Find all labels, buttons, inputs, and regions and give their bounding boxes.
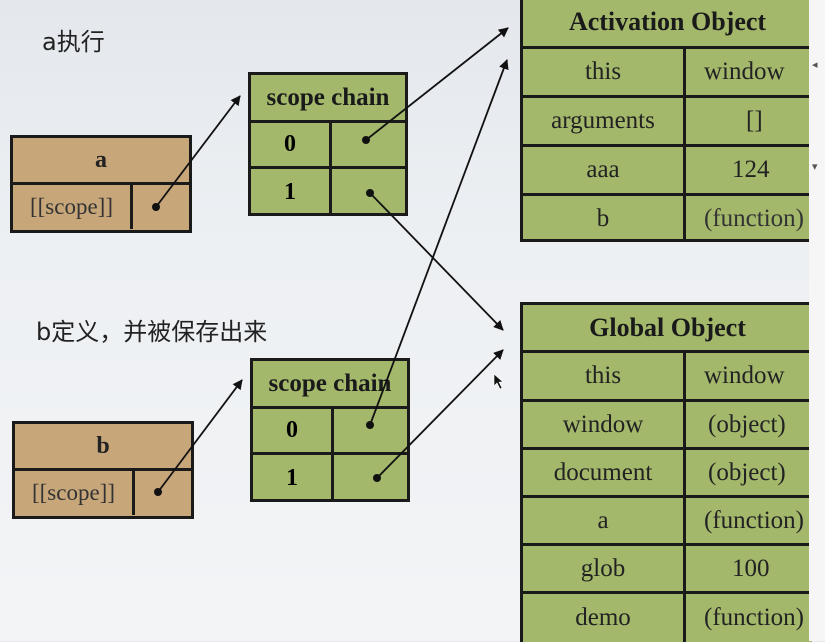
activation-object-row: aaa 124 [523,147,812,196]
global-object: Global Object this window window (object… [520,302,812,642]
scope-chain-b-row-0: 0 [253,409,407,455]
activation-object-key: this [523,49,686,95]
right-edge-strip: ◂ ▾ [809,0,825,641]
global-object-key: a [523,498,686,543]
function-a-scope-slot [133,185,189,229]
global-object-row: document (object) [523,450,812,498]
global-object-value: (function) [704,604,804,631]
global-object-key: glob [523,546,686,591]
chevron-down-icon: ▾ [812,160,818,173]
activation-object-value: [] [746,107,763,134]
scope-chain-a-row-1: 1 [251,169,405,215]
function-b-name: b [15,424,191,471]
caption-a-executes: a执行 [42,28,105,56]
scope-chain-a: scope chain 0 1 [248,72,408,216]
function-a-scope-row: [[scope]] [13,185,189,229]
global-object-row: window (object) [523,402,812,450]
activation-object-value: window [704,58,785,85]
function-a-box: a [[scope]] [10,135,192,233]
activation-object-key: arguments [523,98,686,144]
scope-chain-b-slot-1 [334,455,407,501]
scope-chain-a-slot-0 [332,123,405,166]
activation-object-row: arguments [] [523,98,812,147]
scope-chain-a-slot-1 [332,169,405,215]
scope-chain-b-index-0: 0 [253,409,334,452]
scope-chain-b: scope chain 0 1 [250,358,410,502]
scope-chain-a-index-1: 1 [251,169,332,215]
global-object-value: (function) [704,506,804,534]
scope-chain-a-row-0: 0 [251,123,405,169]
function-b-box: b [[scope]] [12,421,194,519]
global-object-value: window [704,362,785,389]
activation-object-title: Activation Object [523,0,812,49]
global-object-value: 100 [732,554,770,582]
global-object-row: demo (function) [523,594,812,642]
global-object-row: this window [523,353,812,402]
global-object-value: (object) [708,458,786,486]
global-object-row: glob 100 [523,546,812,594]
mouse-cursor-icon [493,373,504,390]
caption-b-defined: b定义，并被保存出来 [36,318,268,346]
scope-chain-b-row-1: 1 [253,455,407,501]
activation-object-value: (function) [704,205,804,232]
activation-object-value: 124 [732,156,770,183]
global-object-title: Global Object [523,305,812,353]
scope-chain-a-title: scope chain [251,75,405,123]
activation-object: Activation Object this window arguments … [520,0,812,242]
chevron-left-icon: ◂ [812,58,818,71]
function-a-scope-label: [[scope]] [13,185,133,229]
function-b-scope-label: [[scope]] [15,471,135,515]
scope-chain-b-title: scope chain [253,361,407,409]
global-object-row: a (function) [523,498,812,546]
global-object-value: (object) [708,410,786,438]
function-b-scope-slot [135,471,191,515]
activation-object-row: b (function) [523,196,812,242]
global-object-key: document [523,450,686,495]
scope-chain-a-index-0: 0 [251,123,332,166]
scope-chain-b-index-1: 1 [253,455,334,501]
function-b-scope-row: [[scope]] [15,471,191,515]
activation-object-key: b [523,196,686,242]
scope-chain-b-slot-0 [334,409,407,452]
global-object-key: this [523,353,686,399]
activation-object-row: this window [523,49,812,98]
global-object-key: demo [523,594,686,642]
global-object-key: window [523,402,686,447]
function-a-name: a [13,138,189,185]
activation-object-key: aaa [523,147,686,193]
